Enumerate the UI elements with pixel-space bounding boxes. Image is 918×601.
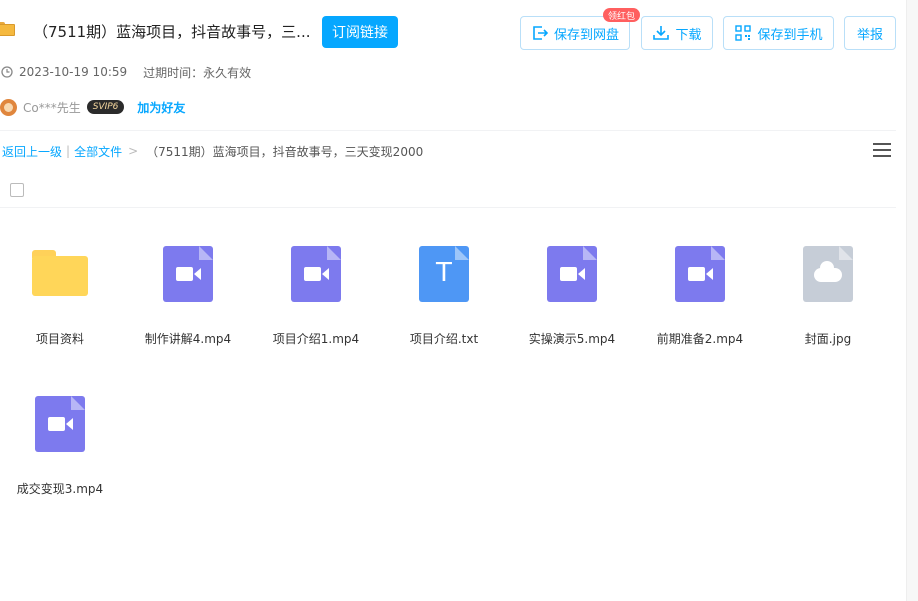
- folder-icon: [0, 22, 15, 36]
- file-item[interactable]: 实操演示5.mp4: [517, 246, 627, 356]
- breadcrumb-separator: |: [66, 144, 71, 158]
- file-item[interactable]: 项目介绍1.mp4: [261, 246, 371, 356]
- select-all-checkbox[interactable]: [10, 183, 24, 197]
- expire-label: 过期时间：永久有效: [143, 65, 252, 80]
- file-name: 成交变现3.mp4: [16, 482, 104, 496]
- all-files-link[interactable]: 全部文件: [74, 143, 122, 160]
- file-item[interactable]: 前期准备2.mp4: [645, 246, 755, 356]
- video-file-icon: [160, 246, 216, 302]
- file-name: 项目介绍.txt: [409, 332, 479, 346]
- breadcrumb: 返回上一级 | 全部文件 > （7511期）蓝海项目，抖音故事号，三天变现200…: [2, 143, 423, 159]
- avatar: [0, 98, 17, 116]
- file-item[interactable]: 成交变现3.mp4: [5, 396, 115, 506]
- download-label: 下载: [675, 27, 702, 43]
- breadcrumb-arrow: >: [128, 144, 139, 158]
- file-item[interactable]: 项目资料: [5, 246, 115, 356]
- clock-icon: [1, 66, 13, 78]
- share-datetime: 2023-10-19 10:59: [19, 65, 128, 79]
- save-to-phone-button[interactable]: 保存到手机: [723, 16, 834, 50]
- save-to-phone-label: 保存到手机: [757, 27, 823, 43]
- subscribe-link-button[interactable]: 订阅链接: [322, 16, 398, 48]
- download-icon: [653, 26, 670, 40]
- divider: [0, 207, 896, 208]
- file-name: 项目资料: [35, 332, 84, 346]
- sharer-name: Co***先生: [23, 100, 81, 115]
- file-item[interactable]: 封面.jpg: [773, 246, 883, 356]
- video-file-icon: [288, 246, 344, 302]
- file-name: 前期准备2.mp4: [656, 332, 744, 346]
- file-item[interactable]: 制作讲解4.mp4: [133, 246, 243, 356]
- svip-badge: SVIP6: [86, 100, 125, 114]
- share-page: （7511期）蓝海项目，抖音故事号，三... 订阅链接 保存到网盘 领红包 下载: [0, 0, 918, 601]
- file-name: 实操演示5.mp4: [528, 332, 616, 346]
- page-right-edge: [906, 0, 918, 601]
- file-name: 封面.jpg: [804, 332, 852, 346]
- divider: [0, 130, 896, 131]
- file-item[interactable]: T 项目介绍.txt: [389, 246, 499, 356]
- red-packet-badge: 领红包: [603, 8, 641, 22]
- header-bar: （7511期）蓝海项目，抖音故事号，三... 订阅链接 保存到网盘 领红包 下载: [0, 8, 905, 50]
- save-to-disk-label: 保存到网盘: [553, 27, 619, 43]
- report-button[interactable]: 举报: [844, 16, 896, 50]
- qr-code-icon: [735, 25, 752, 41]
- video-file-icon: [544, 246, 600, 302]
- back-link[interactable]: 返回上一级: [2, 143, 62, 160]
- video-file-icon: [672, 246, 728, 302]
- breadcrumb-current: （7511期）蓝海项目，抖音故事号，三天变现2000: [146, 144, 424, 159]
- text-file-icon: T: [416, 246, 472, 302]
- add-friend-link[interactable]: 加为好友: [137, 99, 185, 116]
- sharer-info: Co***先生 SVIP6 加为好友: [0, 97, 185, 117]
- save-to-disk-icon: [533, 26, 549, 40]
- video-file-icon: [32, 396, 88, 452]
- list-view-icon[interactable]: [873, 143, 891, 159]
- share-title: （7511期）蓝海项目，抖音故事号，三...: [33, 23, 311, 41]
- download-button[interactable]: 下载: [641, 16, 713, 50]
- share-meta: 2023-10-19 10:59 过期时间：永久有效: [0, 64, 251, 80]
- file-name: 项目介绍1.mp4: [272, 332, 360, 346]
- folder-icon: [32, 246, 88, 302]
- file-name: 制作讲解4.mp4: [144, 332, 232, 346]
- image-file-icon: [800, 246, 856, 302]
